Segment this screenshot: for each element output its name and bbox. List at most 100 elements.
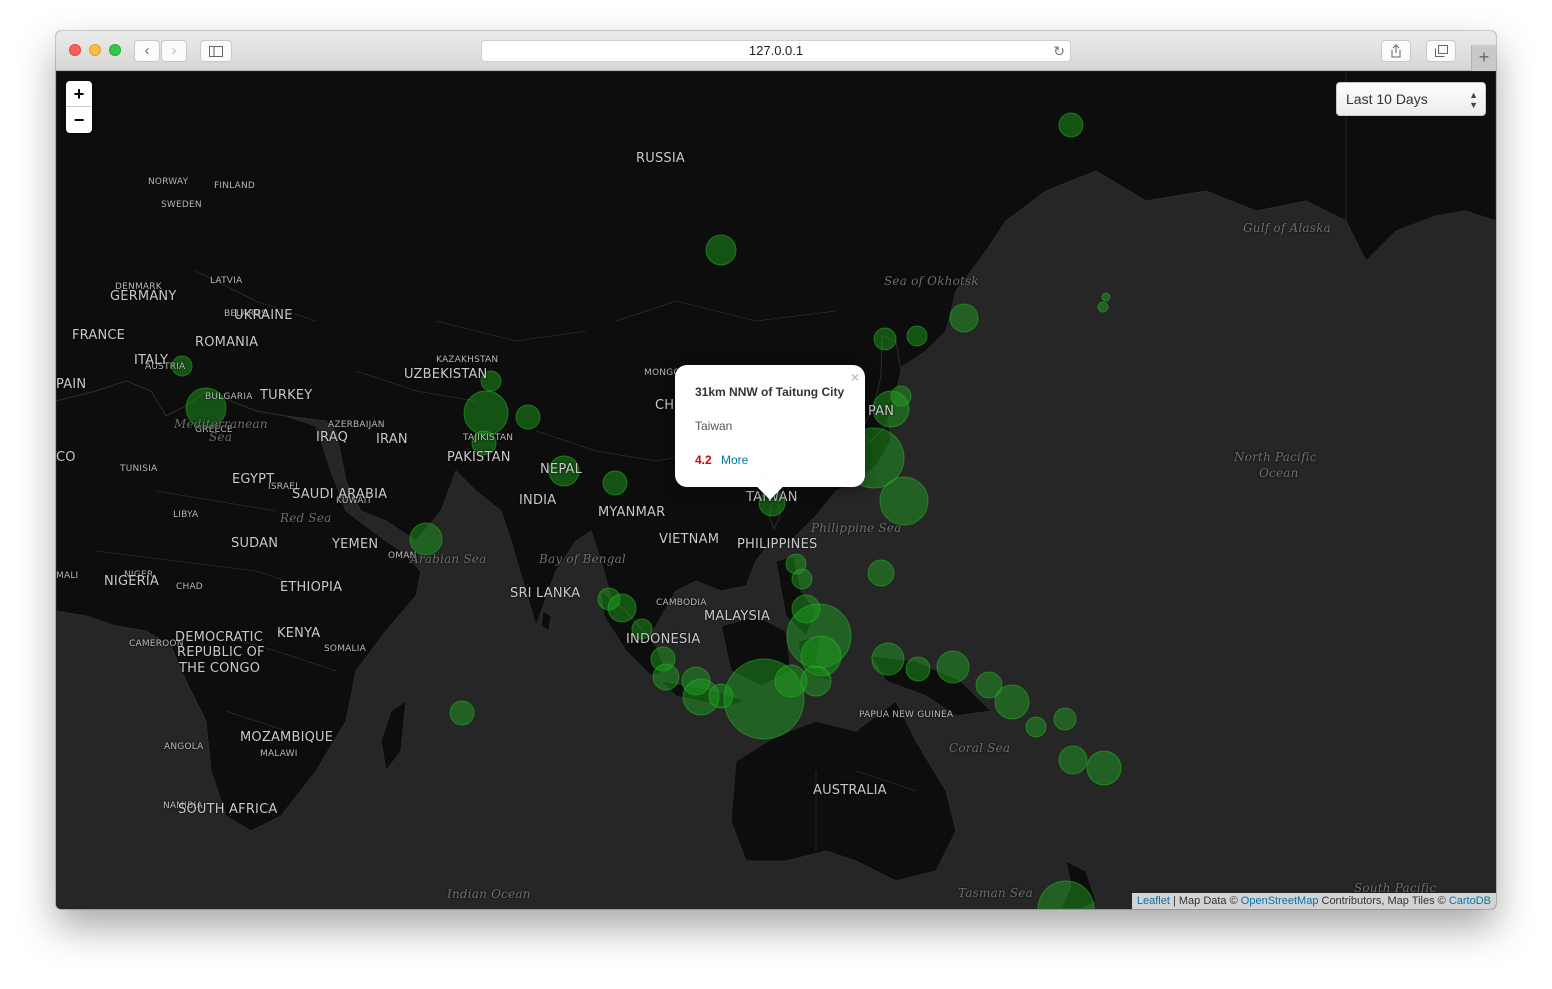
zoom-window-button[interactable] — [109, 44, 121, 56]
time-range-select[interactable]: Last 10 Days ▲ ▼ — [1336, 82, 1486, 116]
osm-link[interactable]: OpenStreetMap — [1241, 895, 1319, 907]
map-label-country: PAIN — [56, 377, 87, 392]
map-label-country: SWEDEN — [161, 200, 202, 210]
map-label-country: ITALY — [134, 353, 169, 368]
sidebar-icon — [209, 46, 223, 57]
map-label-country: ETHIOPIA — [280, 580, 343, 595]
map-label-country: VIETNAM — [659, 532, 720, 547]
map-label-country: TUNISIA — [120, 464, 158, 474]
map-label-sea: Philippine Sea — [811, 521, 902, 535]
map-view[interactable]: RUSSIA NORWAY FINLAND SWEDEN DENMARK LAT… — [56, 71, 1496, 909]
tabs-icon — [1434, 45, 1448, 57]
map-label-country: LIBYA — [173, 510, 199, 520]
attribution-text: | Map Data © — [1169, 895, 1241, 907]
back-button[interactable]: ‹ — [134, 40, 160, 62]
quake-marker — [994, 684, 1030, 720]
forward-button[interactable]: › — [161, 40, 187, 62]
map-label-sea: Bay of Bengal — [539, 552, 626, 566]
cartodb-link[interactable]: CartoDB — [1449, 895, 1491, 907]
quake-marker — [1053, 707, 1077, 731]
quake-marker — [873, 327, 897, 351]
quake-marker — [949, 303, 979, 333]
popup-close-button[interactable]: × — [851, 369, 859, 385]
map-label-country: CH — [655, 398, 675, 413]
quake-marker — [652, 663, 680, 691]
map-label-country: AUSTRALIA — [813, 783, 887, 798]
map-label-country: DEMOCRATIC — [175, 630, 263, 645]
map-label-country: KAZAKHSTAN — [436, 355, 499, 365]
map-label-country: PAN — [868, 404, 895, 419]
quake-marker — [867, 559, 895, 587]
map-label-country: INDONESIA — [626, 632, 701, 647]
map-label-country: RUSSIA — [636, 151, 685, 166]
map-label-country: MYANMAR — [598, 505, 666, 520]
quake-marker — [705, 234, 737, 266]
share-button[interactable] — [1381, 40, 1411, 62]
map-label-country: PAKISTAN — [447, 450, 511, 465]
map-label-sea: Red Sea — [280, 511, 332, 525]
time-range-value: Last 10 Days — [1346, 91, 1428, 107]
quake-marker — [449, 700, 475, 726]
minimize-window-button[interactable] — [89, 44, 101, 56]
quake-marker — [1058, 745, 1088, 775]
map-label-country: SOMALIA — [324, 644, 366, 654]
map-label-sea: Gulf of Alaska — [1243, 221, 1331, 235]
map-label-country: SRI LANKA — [510, 586, 581, 601]
map-label-country: FINLAND — [214, 181, 256, 191]
quake-marker — [1058, 112, 1084, 138]
quake-marker — [1086, 750, 1122, 786]
quake-marker — [463, 390, 509, 436]
map-label-sea: Mediterranean — [174, 417, 268, 431]
map-label-country: YEMEN — [332, 537, 379, 552]
tabs-overview-button[interactable] — [1426, 40, 1456, 62]
quake-marker — [905, 656, 931, 682]
popup-title: 31km NNW of Taitung City — [695, 385, 845, 399]
map-label-sea: Arabian Sea — [410, 552, 487, 566]
map-label-country: INDIA — [519, 493, 557, 508]
map-label-country: MALAWI — [260, 749, 298, 759]
quake-marker — [871, 642, 905, 676]
new-tab-button[interactable]: + — [1471, 45, 1496, 71]
chevron-left-icon: ‹ — [144, 42, 150, 59]
map-label-country: MALAYSIA — [704, 609, 771, 624]
quake-marker — [1025, 716, 1047, 738]
map-label-country: SUDAN — [231, 536, 279, 551]
popup-country: Taiwan — [695, 419, 733, 433]
map-label-country: UZBEKISTAN — [404, 367, 488, 382]
quake-marker — [936, 650, 970, 684]
map-label-sea: Tasman Sea — [958, 886, 1033, 900]
map-label-sea: Coral Sea — [949, 741, 1011, 755]
quake-marker — [1037, 880, 1095, 909]
leaflet-link[interactable]: Leaflet — [1137, 895, 1170, 907]
quake-marker — [515, 404, 541, 430]
quake-marker — [800, 665, 832, 697]
map-label-country: SAUDI ARABIA — [292, 487, 388, 502]
map-label-country: MOZAMBIQUE — [240, 730, 334, 745]
sidebar-toggle-button[interactable] — [200, 40, 232, 62]
zoom-in-button[interactable]: + — [66, 81, 92, 107]
map-label-country: CHAD — [176, 582, 203, 592]
map-label-country: PAPUA NEW GUINEA — [859, 710, 954, 720]
map-label-country: CO — [56, 450, 76, 465]
close-window-button[interactable] — [69, 44, 81, 56]
map-label-sea: Indian Ocean — [447, 887, 531, 901]
popup-more-link[interactable]: More — [721, 453, 748, 467]
map-attribution: Leaflet | Map Data © OpenStreetMap Contr… — [1131, 893, 1496, 909]
map-label-country: MALI — [56, 571, 79, 581]
reload-icon[interactable]: ↻ — [1053, 41, 1065, 61]
map-label-country: UKRAINE — [234, 308, 293, 323]
map-label-country: EGYPT — [232, 472, 275, 487]
quake-marker — [879, 476, 929, 526]
address-bar[interactable]: 127.0.0.1 ↻ — [481, 40, 1071, 62]
map-label-sea: North Pacific — [1234, 450, 1317, 464]
map-label-country: FRANCE — [72, 328, 126, 343]
map-label-country: AZERBAIJAN — [328, 420, 385, 430]
map-label-country: SOUTH AFRICA — [178, 802, 278, 817]
map-label-country: CAMBODIA — [656, 598, 707, 608]
zoom-out-button[interactable]: − — [66, 107, 92, 133]
quake-marker — [602, 470, 628, 496]
quake-marker — [791, 568, 813, 590]
share-icon — [1391, 44, 1401, 58]
map-label-sea: Ocean — [1259, 466, 1299, 480]
map-label-country: IRAN — [376, 432, 408, 447]
